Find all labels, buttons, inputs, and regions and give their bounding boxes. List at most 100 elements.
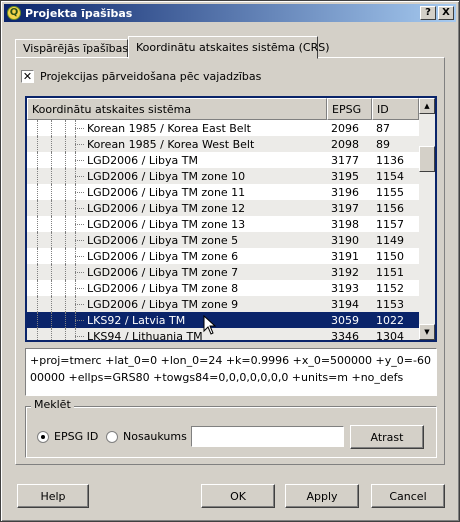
crs-tree-row[interactable]: LGD2006 / Libya TM zone 6 3191 1150 (27, 248, 419, 264)
tree-guide-line (65, 264, 66, 280)
crs-row-epsg-cell: 3192 (331, 265, 359, 279)
on-the-fly-projection-checkbox[interactable]: ✕ (21, 70, 34, 83)
tree-branch-line (75, 176, 84, 177)
tree-branch-line (75, 256, 84, 257)
tab-crs[interactable]: Koordinātu atskaites sistēma (CRS) (128, 36, 330, 59)
tree-guide-line (65, 200, 66, 216)
crs-tree-rows: Korean 1985 / Korea East Belt 2096 87 Korea… (27, 120, 419, 340)
name-radio-label: Nosaukums (123, 430, 187, 443)
crs-row-epsg-cell: 3198 (331, 217, 359, 231)
column-header-epsg[interactable]: EPSG (327, 98, 372, 120)
crs-row-name-cell: Korean 1985 / Korea East Belt (27, 120, 327, 136)
crs-name-text: LGD2006 / Libya TM zone 7 (87, 265, 239, 279)
crs-row-name-cell: LGD2006 / Libya TM (27, 152, 327, 168)
epsg-id-radio-label: EPSG ID (54, 430, 99, 443)
tree-guide-line (37, 280, 38, 296)
tree-guide-line (65, 120, 66, 136)
crs-tree-row[interactable]: LGD2006 / Libya TM zone 10 3195 1154 (27, 168, 419, 184)
crs-name-text: LGD2006 / Libya TM zone 13 (87, 217, 246, 231)
tree-guide-line (65, 312, 66, 328)
tree-guide-line (51, 328, 52, 340)
tree-branch-line (75, 288, 84, 289)
crs-tree-row[interactable]: LGD2006 / Libya TM zone 8 3193 1152 (27, 280, 419, 296)
crs-row-id-cell: 1150 (376, 249, 404, 263)
tab-general[interactable]: Vispārējās īpašības (15, 39, 128, 58)
tree-branch-line (75, 304, 84, 305)
crs-tree-row[interactable]: LKS94 / Lithuania TM 3346 1304 (27, 328, 419, 340)
tree-guide-line (51, 200, 52, 216)
crs-row-epsg-cell: 3195 (331, 169, 359, 183)
tree-guide-line (51, 264, 52, 280)
tree-guide-line (51, 152, 52, 168)
ok-button[interactable]: OK (201, 484, 275, 508)
crs-row-name-cell: LGD2006 / Libya TM zone 13 (27, 216, 327, 232)
name-radio[interactable] (106, 430, 118, 443)
tree-branch-line (75, 144, 84, 145)
crs-tree-scrollbar[interactable]: ▲ ▼ (419, 98, 435, 340)
crs-row-name-cell: LGD2006 / Libya TM zone 11 (27, 184, 327, 200)
tree-guide-line (65, 168, 66, 184)
cancel-button[interactable]: Cancel (371, 484, 445, 508)
tree-guide-line (65, 152, 66, 168)
crs-tree-header: Koordinātu atskaites sistēma EPSG ID (27, 98, 419, 120)
help-icon[interactable]: ? (420, 6, 436, 20)
crs-row-id-cell: 89 (376, 137, 390, 151)
crs-tree-row[interactable]: LKS92 / Latvia TM 3059 1022 (27, 312, 419, 328)
crs-name-text: LGD2006 / Libya TM zone 11 (87, 185, 246, 199)
scrollbar-thumb[interactable] (419, 146, 435, 172)
tree-guide-line (37, 248, 38, 264)
crs-row-name-cell: LKS94 / Lithuania TM (27, 328, 327, 340)
title-bar: Q Projekta īpašības ? X (4, 4, 456, 22)
tree-guide-line (37, 200, 38, 216)
help-button[interactable]: Help (17, 484, 89, 508)
scroll-up-arrow-icon[interactable]: ▲ (419, 98, 435, 114)
crs-tree-row[interactable]: LGD2006 / Libya TM zone 5 3190 1149 (27, 232, 419, 248)
crs-row-name-cell: LGD2006 / Libya TM zone 12 (27, 200, 327, 216)
tree-guide-line (37, 120, 38, 136)
tree-guide-line (65, 136, 66, 152)
crs-tree-row[interactable]: LGD2006 / Libya TM zone 12 3197 1156 (27, 200, 419, 216)
tree-guide-line (51, 296, 52, 312)
crs-row-id-cell: 1149 (376, 233, 404, 247)
project-properties-dialog: Q Projekta īpašības ? X Vispārējās īpašī… (0, 0, 460, 522)
column-header-crs[interactable]: Koordinātu atskaites sistēma (27, 98, 327, 120)
crs-row-id-cell: 1152 (376, 281, 404, 295)
on-the-fly-projection-option[interactable]: ✕ Projekcijas pārveidošana pēc vajadzība… (21, 70, 261, 83)
crs-tree-row[interactable]: Korean 1985 / Korea East Belt 2096 87 (27, 120, 419, 136)
tree-guide-line (65, 328, 66, 340)
epsg-id-radio[interactable] (37, 430, 49, 443)
close-icon[interactable]: X (438, 6, 454, 20)
search-input[interactable] (191, 426, 344, 447)
scroll-down-arrow-icon[interactable]: ▼ (419, 324, 435, 340)
crs-row-name-cell: LGD2006 / Libya TM zone 7 (27, 264, 327, 280)
crs-tree-row[interactable]: LGD2006 / Libya TM zone 13 3198 1157 (27, 216, 419, 232)
tree-guide-line (65, 248, 66, 264)
tree-guide-line (51, 216, 52, 232)
tree-branch-line (75, 160, 84, 161)
tree-guide-line (37, 328, 38, 340)
crs-tree-row[interactable]: LGD2006 / Libya TM zone 11 3196 1155 (27, 184, 419, 200)
search-by-name-option[interactable]: Nosaukums (106, 430, 187, 443)
crs-tree-row[interactable]: LGD2006 / Libya TM 3177 1136 (27, 152, 419, 168)
crs-tree[interactable]: Koordinātu atskaites sistēma EPSG ID Kor… (25, 96, 437, 342)
tree-guide-line (75, 328, 76, 340)
crs-row-name-cell: LGD2006 / Libya TM zone 10 (27, 168, 327, 184)
crs-row-name-cell: Korean 1985 / Korea West Belt (27, 136, 327, 152)
tree-guide-line (65, 280, 66, 296)
tree-guide-line (65, 216, 66, 232)
crs-tree-row[interactable]: Korean 1985 / Korea West Belt 2098 89 (27, 136, 419, 152)
column-header-id[interactable]: ID (372, 98, 419, 120)
tree-guide-line (37, 184, 38, 200)
crs-tree-row[interactable]: LGD2006 / Libya TM zone 9 3194 1153 (27, 296, 419, 312)
crs-tree-row[interactable]: LGD2006 / Libya TM zone 7 3192 1151 (27, 264, 419, 280)
apply-button[interactable]: Apply (285, 484, 359, 508)
crs-name-text: LKS92 / Latvia TM (87, 313, 186, 327)
tree-guide-line (51, 232, 52, 248)
qgis-logo-icon: Q (7, 6, 21, 20)
search-by-epsg-option[interactable]: EPSG ID (37, 430, 98, 443)
crs-row-name-cell: LKS92 / Latvia TM (27, 312, 327, 328)
crs-row-epsg-cell: 3193 (331, 281, 359, 295)
crs-row-id-cell: 1022 (376, 313, 404, 327)
find-button[interactable]: Atrast (350, 425, 424, 449)
tree-branch-line (75, 320, 84, 321)
